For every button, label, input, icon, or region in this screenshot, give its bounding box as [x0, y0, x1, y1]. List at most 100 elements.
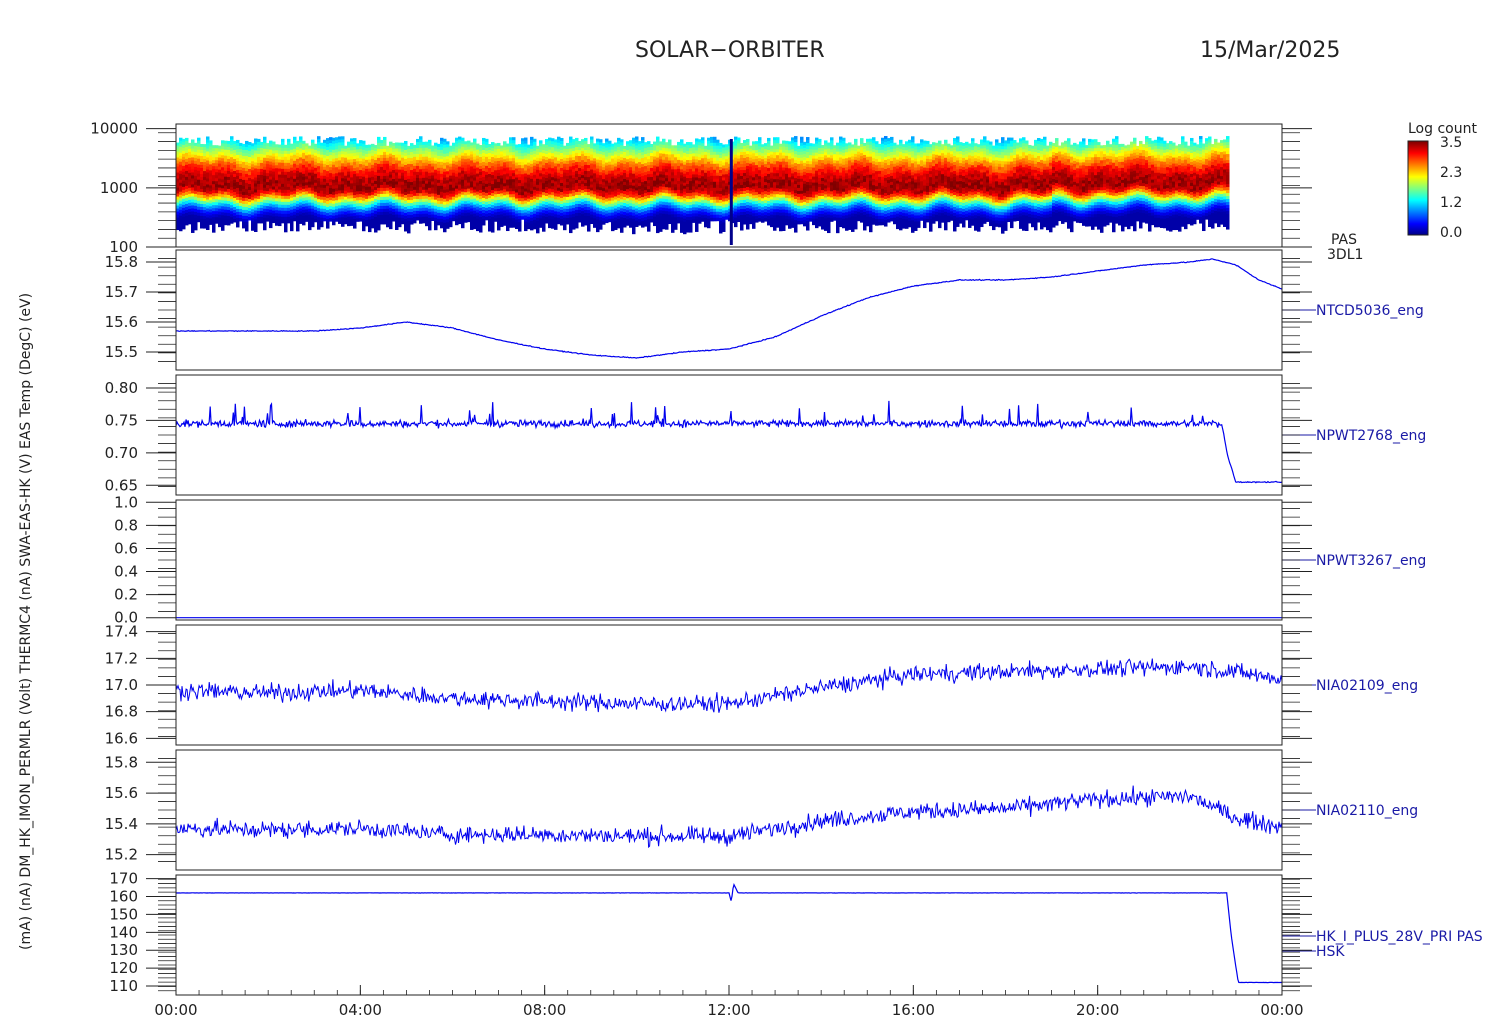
spectrogram-cell — [371, 197, 375, 202]
spectrogram-cell — [476, 155, 480, 160]
spectrogram-cell — [317, 220, 321, 224]
spectrogram-cell — [185, 152, 189, 157]
spectrogram-cell — [281, 171, 285, 176]
spectrogram-cell — [674, 145, 678, 149]
spectrogram-cell — [506, 215, 510, 220]
spectrogram-cell — [611, 197, 615, 202]
spectrogram-cell — [698, 142, 702, 146]
spectrogram-cell — [467, 155, 471, 160]
spectrogram-cell — [689, 196, 693, 200]
spectrogram-cell — [290, 212, 294, 217]
spectrogram-cell — [668, 193, 672, 198]
spectrogram-cell — [482, 188, 486, 193]
spectrogram-cell — [668, 154, 672, 159]
spectrogram-cell — [647, 183, 651, 187]
spectrogram-cell — [512, 146, 516, 150]
spectrogram-cell — [596, 216, 600, 221]
spectrogram-cell — [320, 142, 324, 147]
spectrogram-cell — [455, 158, 459, 163]
spectrogram-cell — [518, 162, 522, 166]
spectrogram-cell — [533, 174, 537, 179]
spectrogram-cell — [203, 159, 207, 163]
spectrogram-cell — [476, 170, 480, 175]
spectrogram-cell — [695, 195, 699, 199]
spectrogram-cell — [266, 167, 270, 171]
spectrogram-cell — [551, 150, 555, 154]
spectrogram-cell — [272, 144, 276, 149]
spectrogram-cell — [254, 222, 258, 226]
spectrogram-cell — [362, 182, 366, 187]
spectrogram-cell — [209, 212, 213, 216]
spectrogram-cell — [506, 173, 510, 178]
spectrogram-cell — [179, 203, 183, 208]
spectrogram-cell — [410, 161, 414, 165]
spectrogram-cell — [269, 185, 273, 190]
spectrogram-cell — [584, 197, 588, 202]
spectrogram-cell — [236, 196, 240, 201]
spectrogram-cell — [530, 208, 534, 213]
spectrogram-cell — [584, 209, 588, 214]
spectrogram-cell — [524, 221, 528, 226]
spectrogram-cell — [611, 206, 615, 211]
spectrogram-cell — [527, 225, 531, 230]
spectrogram-cell — [293, 157, 297, 162]
spectrogram-cell — [341, 157, 345, 161]
spectrogram-cell — [329, 197, 333, 201]
spectrogram-cell — [410, 164, 414, 168]
spectrogram-cell — [581, 154, 585, 158]
spectrogram-cell — [641, 161, 645, 165]
spectrogram-cell — [377, 136, 381, 141]
spectrogram-cell — [407, 172, 411, 177]
spectrogram-cell — [482, 218, 486, 223]
spectrogram-cell — [305, 203, 309, 207]
spectrogram-cell — [179, 140, 183, 145]
spectrogram-cell — [620, 142, 624, 146]
spectrogram-cell — [575, 173, 579, 178]
spectrogram-cell — [632, 155, 636, 160]
spectrogram-cell — [227, 167, 231, 172]
spectrogram-cell — [398, 145, 402, 150]
spectrogram-cell — [599, 205, 603, 209]
spectrogram-cell — [290, 176, 294, 181]
spectrogram-cell — [311, 211, 315, 216]
spectrogram-cell — [656, 199, 660, 204]
spectrogram-cell — [371, 152, 375, 157]
spectrogram-cell — [305, 179, 309, 183]
spectrogram-cell — [374, 193, 378, 197]
spectrogram-cell — [194, 157, 198, 162]
spectrogram-cell — [527, 177, 531, 182]
spectrogram-cell — [422, 177, 426, 182]
spectrogram-cell — [398, 169, 402, 174]
spectrogram-cell — [317, 214, 321, 218]
spectrogram-cell — [194, 166, 198, 171]
spectrogram-cell — [200, 209, 204, 214]
spectrogram-cell — [602, 182, 606, 186]
spectrogram-cell — [680, 142, 684, 146]
spectrogram-cell — [335, 212, 339, 216]
spectrogram-cell — [383, 148, 387, 153]
spectrogram-cell — [551, 183, 555, 187]
spectrogram-cell — [260, 174, 264, 179]
spectrogram-cell — [686, 187, 690, 191]
spectrogram-cell — [284, 183, 288, 188]
spectrogram-cell — [323, 196, 327, 201]
spectrogram-cell — [530, 148, 534, 153]
spectrogram-cell — [653, 213, 657, 218]
spectrogram-cell — [623, 172, 627, 177]
spectrogram-cell — [344, 208, 348, 213]
spectrogram-cell — [695, 204, 699, 208]
spectrogram-cell — [404, 167, 408, 172]
spectrogram-cell — [260, 141, 264, 146]
spectrogram-cell — [443, 147, 447, 152]
spectrogram-cell — [323, 187, 327, 192]
spectrogram-cell — [386, 154, 390, 159]
spectrogram-cell — [653, 150, 657, 155]
spectrogram-cell — [317, 139, 321, 143]
spectrogram-cell — [623, 148, 627, 153]
spectrogram-cell — [635, 172, 639, 176]
spectrogram-cell — [362, 146, 366, 151]
spectrogram-cell — [374, 145, 378, 149]
spectrogram-cell — [263, 178, 267, 183]
spectrogram-cell — [515, 216, 519, 221]
spectrogram-cell — [641, 200, 645, 204]
